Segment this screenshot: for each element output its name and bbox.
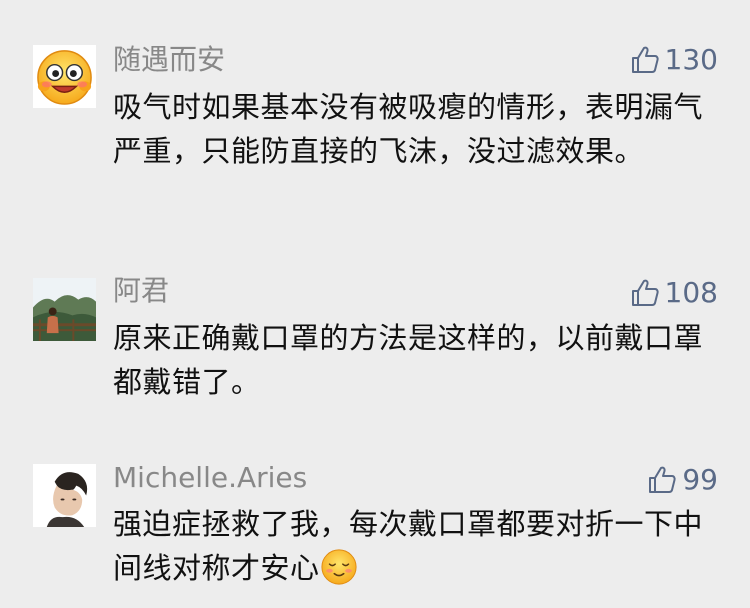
- username[interactable]: 随遇而安: [113, 43, 225, 77]
- relieved-face-emoji-icon: [320, 549, 357, 585]
- comment-text-block: 强迫症拯救了我，每次戴口罩都要对折一下中间线对称才安心: [113, 502, 713, 590]
- like-count: 99: [682, 463, 718, 496]
- username[interactable]: 阿君: [113, 274, 169, 308]
- like-button[interactable]: 130: [629, 43, 718, 77]
- landscape-photo-avatar-icon: [33, 278, 96, 341]
- thumbs-up-icon: [649, 466, 676, 493]
- grinning-face-avatar-icon: [37, 50, 92, 105]
- avatar[interactable]: [33, 45, 96, 108]
- person-portrait-avatar-icon: [33, 464, 96, 527]
- comment-text: 吸气时如果基本没有被吸瘪的情形，表明漏气严重，只能防直接的飞沫，没过滤效果。: [113, 90, 704, 168]
- like-button[interactable]: 108: [629, 276, 718, 310]
- thumbs-up-icon: [631, 279, 659, 306]
- avatar[interactable]: [33, 278, 96, 341]
- like-count: 108: [664, 276, 718, 309]
- username[interactable]: Michelle.Aries: [113, 461, 307, 495]
- comment-text: 原来正确戴口罩的方法是这样的，以前戴口罩都戴错了。: [113, 321, 704, 399]
- thumbs-up-icon: [631, 46, 659, 73]
- like-button[interactable]: 99: [646, 463, 718, 497]
- like-count: 130: [664, 43, 718, 76]
- avatar[interactable]: [33, 464, 96, 527]
- comment-text: 强迫症拯救了我，每次戴口罩都要对折一下中间线对称才安心: [113, 507, 704, 585]
